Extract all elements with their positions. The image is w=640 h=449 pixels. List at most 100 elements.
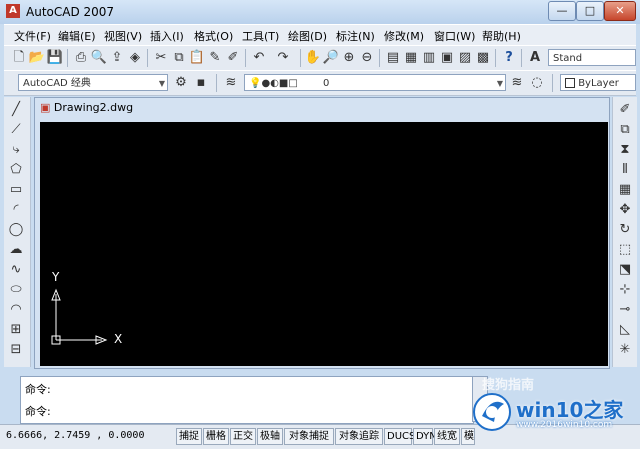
polyline-icon[interactable]: ⤷ (7, 141, 25, 159)
design-center-icon[interactable]: ▦ (402, 49, 420, 67)
move-icon[interactable]: ✥ (616, 201, 634, 219)
text-style-icon[interactable]: A (526, 49, 544, 67)
match-properties-icon[interactable]: ✎ (206, 49, 224, 67)
autocad-app-icon[interactable]: A (6, 4, 20, 18)
menu-draw[interactable]: 绘图(D) (288, 28, 327, 44)
maximize-button[interactable]: □ (576, 1, 604, 21)
osnap-toggle[interactable]: 对象捕捉 (284, 428, 334, 445)
stretch-icon[interactable]: ⬔ (616, 261, 634, 279)
pan-icon[interactable]: ✋ (304, 49, 322, 67)
layer-combo[interactable]: 💡●◐■□ 0 ▼ (244, 74, 506, 91)
layer-previous-icon[interactable]: ◌ (528, 74, 546, 92)
polygon-icon[interactable]: ⬠ (7, 161, 25, 179)
snap-toggle[interactable]: 捕捉 (176, 428, 202, 445)
extend-icon[interactable]: ⊸ (616, 301, 634, 319)
menu-file[interactable]: 文件(F) (14, 28, 51, 44)
menu-format[interactable]: 格式(O) (194, 28, 233, 44)
print-preview-icon[interactable]: 🔍 (90, 49, 108, 67)
chamfer-icon[interactable]: ◺ (616, 321, 634, 339)
line-icon[interactable]: ╱ (7, 101, 25, 119)
menu-insert[interactable]: 插入(I) (150, 28, 184, 44)
zoom-previous-icon[interactable]: ⊖ (358, 49, 376, 67)
command-prompt[interactable]: 命令: (25, 403, 51, 419)
construction-line-icon[interactable]: ⟋ (7, 121, 25, 139)
ucs-y-label: Y (52, 270, 60, 284)
array-icon[interactable]: ▦ (616, 181, 634, 199)
workspace-combo[interactable]: AutoCAD 经典 ▼ (18, 74, 168, 91)
make-block-icon[interactable]: ⊟ (7, 341, 25, 359)
save-icon[interactable]: 💾 (46, 49, 64, 67)
paste-icon[interactable]: 📋 (188, 49, 206, 67)
properties-icon[interactable]: ▤ (384, 49, 402, 67)
drawing-file-icon: ▣ (40, 101, 51, 114)
menu-window[interactable]: 窗口(W) (434, 28, 475, 44)
trim-icon[interactable]: ⊹ (616, 281, 634, 299)
offset-icon[interactable]: ⫴ (616, 161, 634, 179)
workspace-value: AutoCAD 经典 (23, 78, 91, 89)
circle-icon[interactable]: ◯ (7, 221, 25, 239)
text-style-combo[interactable]: Stand (548, 49, 636, 66)
spline-icon[interactable]: ∿ (7, 261, 25, 279)
tool-palettes-icon[interactable]: ▥ (420, 49, 438, 67)
erase-icon[interactable]: ✐ (616, 101, 634, 119)
make-layer-current-icon[interactable]: ≋ (508, 74, 526, 92)
text-style-label: Stand (553, 53, 583, 64)
drawing-canvas[interactable]: Y X (40, 122, 608, 366)
menu-tools[interactable]: 工具(T) (242, 28, 279, 44)
polar-toggle[interactable]: 极轴 (257, 428, 283, 445)
ducs-toggle[interactable]: DUCS (384, 428, 415, 445)
grid-toggle[interactable]: 栅格 (203, 428, 229, 445)
scale-icon[interactable]: ⬚ (616, 241, 634, 259)
modify-toolbar: ✐ ⧉ ⧗ ⫴ ▦ ✥ ↻ ⬚ ⬔ ⊹ ⊸ ◺ ✳ (612, 97, 637, 367)
undo-icon[interactable]: ↶ (250, 49, 268, 67)
block-editor-icon[interactable]: ✐ (224, 49, 242, 67)
layer-manager-icon[interactable]: ≋ (222, 74, 240, 92)
window-title: AutoCAD 2007 (26, 5, 115, 19)
chevron-down-icon: ▼ (158, 79, 165, 88)
dyn-toggle[interactable]: DYN (413, 428, 437, 445)
color-combo[interactable]: ByLayer (560, 74, 636, 91)
menu-dimension[interactable]: 标注(N) (336, 28, 375, 44)
3d-dwf-icon[interactable]: ◈ (126, 49, 144, 67)
lineweight-toggle[interactable]: 线宽 (434, 428, 460, 445)
toolbar-separator (521, 49, 522, 67)
mirror-icon[interactable]: ⧗ (616, 141, 634, 159)
rectangle-icon[interactable]: ▭ (7, 181, 25, 199)
cut-icon[interactable]: ✂ (152, 49, 170, 67)
workspace-save-icon[interactable]: ▪ (192, 74, 210, 92)
help-icon[interactable]: ? (500, 49, 518, 67)
watermark-faded-text: 搜狗指南 (482, 378, 535, 393)
new-file-icon[interactable]: 🗋 (10, 49, 28, 67)
document-title-text: Drawing2.dwg (53, 101, 134, 114)
calculator-icon[interactable]: ▩ (474, 49, 492, 67)
minimize-button[interactable]: — (548, 1, 576, 21)
markup-icon[interactable]: ▨ (456, 49, 474, 67)
publish-icon[interactable]: ⇪ (108, 49, 126, 67)
ortho-toggle[interactable]: 正交 (230, 428, 256, 445)
print-icon[interactable]: ⎙ (72, 49, 90, 67)
ellipse-arc-icon[interactable]: ◠ (7, 301, 25, 319)
menu-edit[interactable]: 编辑(E) (58, 28, 96, 44)
menu-help[interactable]: 帮助(H) (482, 28, 521, 44)
menu-view[interactable]: 视图(V) (104, 28, 142, 44)
sheet-set-icon[interactable]: ▣ (438, 49, 456, 67)
insert-block-icon[interactable]: ⊞ (7, 321, 25, 339)
close-button[interactable]: ✕ (604, 1, 636, 21)
redo-icon[interactable]: ↷ (274, 49, 292, 67)
workspace-settings-icon[interactable]: ⚙ (172, 74, 190, 92)
menu-modify[interactable]: 修改(M) (384, 28, 424, 44)
otrack-toggle[interactable]: 对象追踪 (335, 428, 383, 445)
ellipse-icon[interactable]: ⬭ (7, 281, 25, 299)
zoom-realtime-icon[interactable]: 🔎 (322, 49, 340, 67)
open-file-icon[interactable]: 📂 (28, 49, 46, 67)
explode-icon[interactable]: ✳ (616, 341, 634, 359)
toolbar-separator (216, 74, 217, 92)
copy-object-icon[interactable]: ⧉ (616, 121, 634, 139)
arc-icon[interactable]: ◜ (7, 201, 25, 219)
revision-cloud-icon[interactable]: ☁ (7, 241, 25, 259)
rotate-icon[interactable]: ↻ (616, 221, 634, 239)
watermark-url: www.2016win10.com (516, 420, 613, 430)
command-window[interactable]: 命令: 命令: (20, 376, 474, 424)
copy-icon[interactable]: ⧉ (170, 49, 188, 67)
zoom-window-icon[interactable]: ⊕ (340, 49, 358, 67)
